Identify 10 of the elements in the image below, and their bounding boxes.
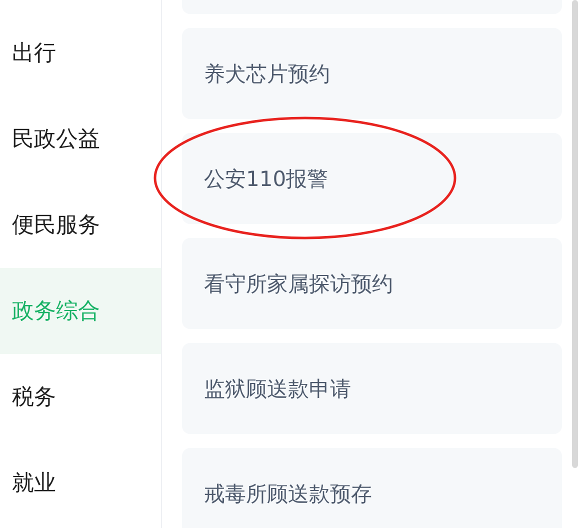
service-item[interactable]: 戒毒所顾送款预存 [182, 448, 562, 528]
category-tab[interactable]: 民政公益 [0, 96, 161, 182]
category-tab[interactable]: 就业 [0, 440, 161, 526]
service-item[interactable]: 看守所家属探访预约 [182, 238, 562, 329]
category-tab[interactable]: 税务 [0, 354, 161, 440]
category-tab[interactable]: 便民服务 [0, 182, 161, 268]
service-item[interactable]: 养犬芯片预约 [182, 28, 562, 119]
category-tab[interactable]: 出行 [0, 10, 161, 96]
service-item[interactable]: 公安110报警 [182, 133, 562, 224]
service-item[interactable]: 监狱顾送款申请 [182, 343, 562, 434]
